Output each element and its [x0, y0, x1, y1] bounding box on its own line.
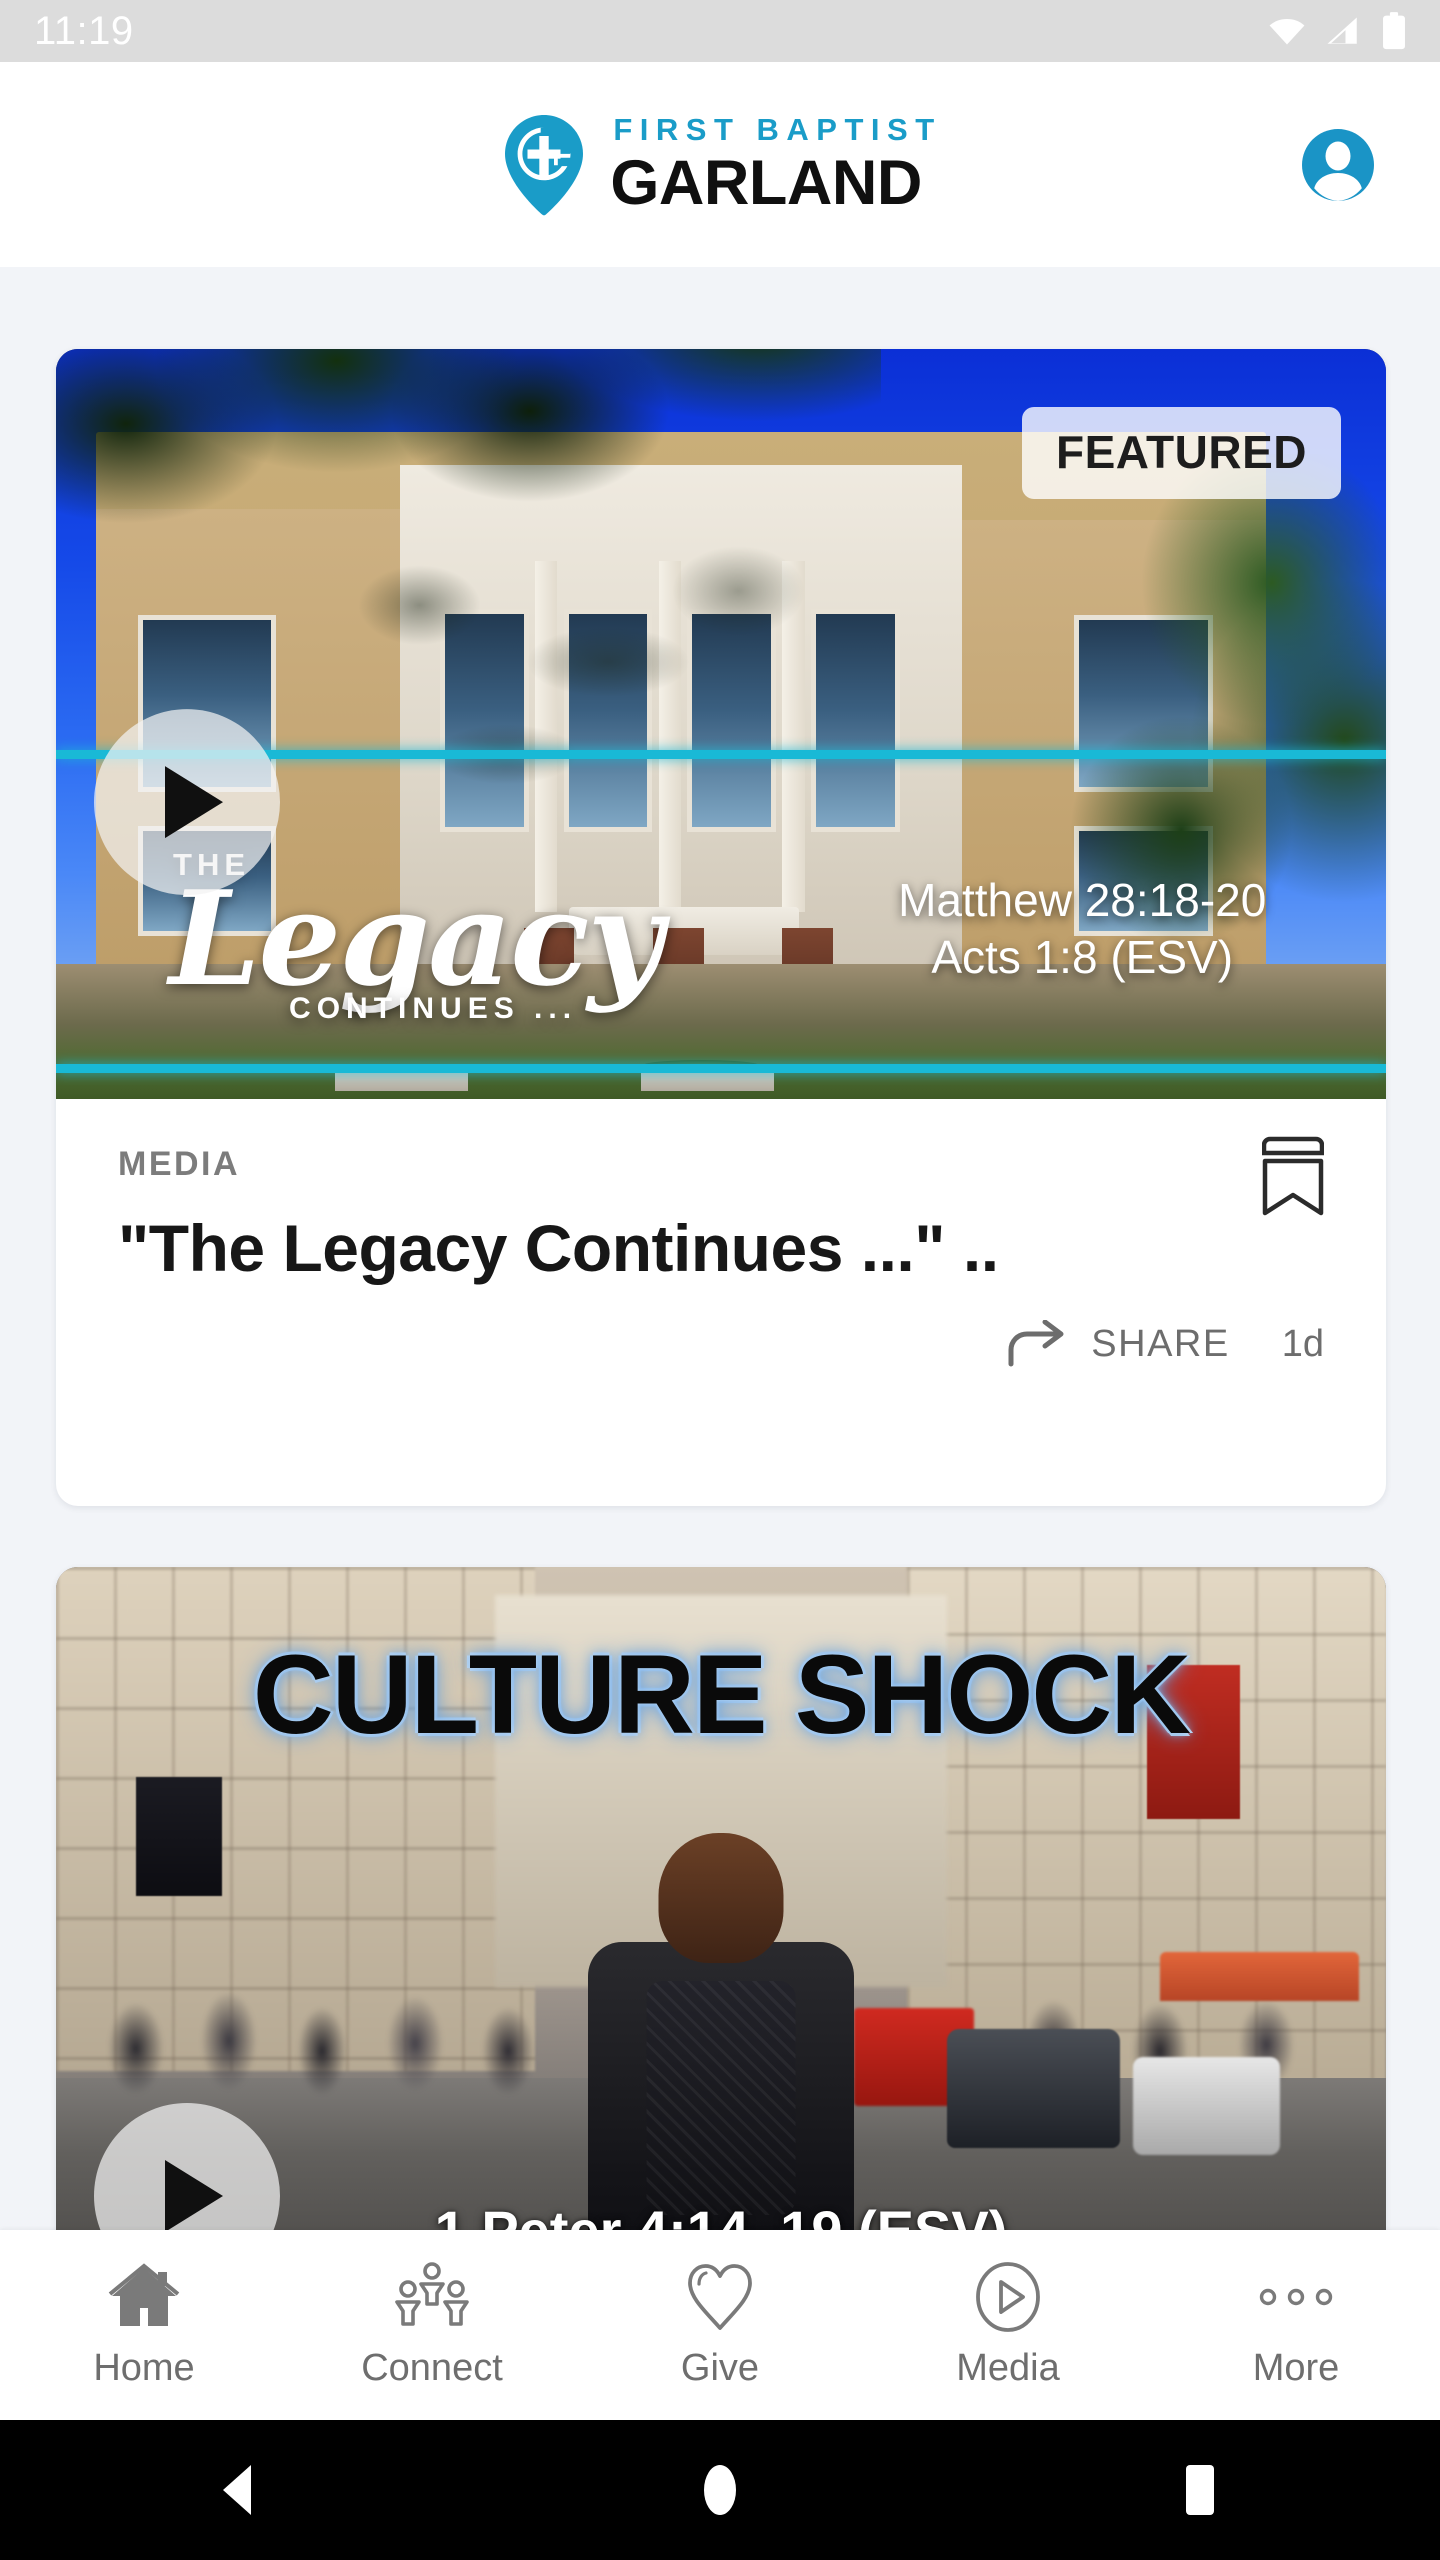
black-taxi: [947, 2029, 1120, 2148]
nav-item-home[interactable]: Home: [0, 2261, 288, 2390]
verse-line-1: Matthew 28:18-20: [898, 873, 1267, 926]
feed-card-featured[interactable]: THE Legacy CONTINUES ... Matthew 28:18-2…: [56, 349, 1386, 1506]
battery-icon: [1383, 12, 1405, 50]
home-circle-icon: [704, 2465, 736, 2515]
artwork-title-script: Legacy: [169, 862, 663, 1015]
person-backpack: [646, 1980, 796, 2215]
white-van: [1133, 2057, 1280, 2155]
person-hair: [658, 1833, 784, 1964]
nav-label-connect: Connect: [361, 2346, 503, 2389]
play-triangle: [165, 766, 223, 839]
back-triangle-icon: [223, 2465, 251, 2515]
nav-item-more[interactable]: More: [1152, 2261, 1440, 2390]
account-avatar-icon[interactable]: [1300, 127, 1376, 203]
status-time: 11:19: [34, 8, 134, 53]
more-dots-icon: [1257, 2261, 1335, 2333]
share-label: SHARE: [1091, 1322, 1230, 1365]
nav-label-more: More: [1252, 2346, 1340, 2389]
app-header: FIRST BAPTIST GARLAND: [0, 62, 1440, 267]
bookmark-icon[interactable]: [1262, 1135, 1324, 1217]
featured-badge: FEATURED: [1021, 407, 1341, 499]
android-system-nav: [0, 2420, 1440, 2560]
status-bar: 11:19: [0, 0, 1440, 62]
banner-left: [135, 1777, 223, 1896]
cell-signal-icon: [1327, 17, 1357, 44]
home-icon: [106, 2261, 182, 2333]
logo-line-first-baptist: FIRST BAPTIST: [613, 112, 942, 147]
bottom-navigation: Home Connect Give Media More: [0, 2230, 1440, 2420]
android-home-button[interactable]: [480, 2463, 960, 2517]
nav-label-media: Media: [956, 2346, 1060, 2389]
feed-card-culture-shock[interactable]: CULTURE SHOCK 1 Peter 4:14–19 (ESV): [56, 1567, 1386, 2267]
card-body: MEDIA "The Legacy Continues ..." ..: [56, 1099, 1386, 1286]
people-group-icon: [393, 2261, 471, 2333]
android-back-button[interactable]: [0, 2463, 480, 2517]
logo-wordmark: FIRST BAPTIST GARLAND: [610, 114, 941, 215]
share-button[interactable]: SHARE: [1007, 1320, 1229, 1368]
android-recents-button[interactable]: [960, 2463, 1440, 2517]
logo-line-garland: GARLAND: [610, 148, 922, 218]
play-icon[interactable]: [94, 709, 280, 896]
play-triangle: [165, 2160, 223, 2232]
phone-screen: 11:19 FIRST BAPTIST GARLAND Legacy CONTI…: [0, 0, 1440, 2560]
card-thumbnail-culture-shock[interactable]: CULTURE SHOCK 1 Peter 4:14–19 (ESV): [56, 1567, 1386, 2267]
nav-label-give: Give: [680, 2346, 760, 2389]
card-timestamp: 1d: [1281, 1322, 1324, 1365]
status-icons: [1268, 12, 1406, 50]
nav-item-give[interactable]: Give: [576, 2261, 864, 2390]
church-pin-logo: [505, 114, 584, 215]
recents-square-icon: [1186, 2465, 1214, 2515]
card-meta-row: SHARE 1d: [56, 1320, 1386, 1368]
tree-canopy-art: [56, 349, 881, 619]
verse-line-2: Acts 1:8 (ESV): [931, 931, 1234, 983]
card-title: "The Legacy Continues ..." ..: [118, 1211, 999, 1285]
artwork-title-culture-shock: CULTURE SHOCK: [252, 1632, 1191, 1757]
artwork-verse-reference: Matthew 28:18-20 Acts 1:8 (ESV): [898, 872, 1266, 987]
nav-label-home: Home: [93, 2346, 195, 2389]
share-arrow-icon: [1008, 1320, 1064, 1367]
nav-item-connect[interactable]: Connect: [288, 2261, 576, 2390]
nav-item-media[interactable]: Media: [864, 2261, 1152, 2390]
wifi-icon: [1269, 18, 1305, 45]
card-thumbnail-legacy[interactable]: THE Legacy CONTINUES ... Matthew 28:18-2…: [56, 349, 1386, 1099]
feed-scroll-area[interactable]: THE Legacy CONTINUES ... Matthew 28:18-2…: [0, 267, 1440, 2560]
card-kicker-media: MEDIA: [118, 1145, 241, 1183]
heart-icon: [684, 2261, 756, 2333]
app-logo: FIRST BAPTIST GARLAND: [498, 113, 941, 217]
play-circle-icon: [972, 2261, 1044, 2333]
accent-line-bottom: [56, 1063, 1386, 1073]
